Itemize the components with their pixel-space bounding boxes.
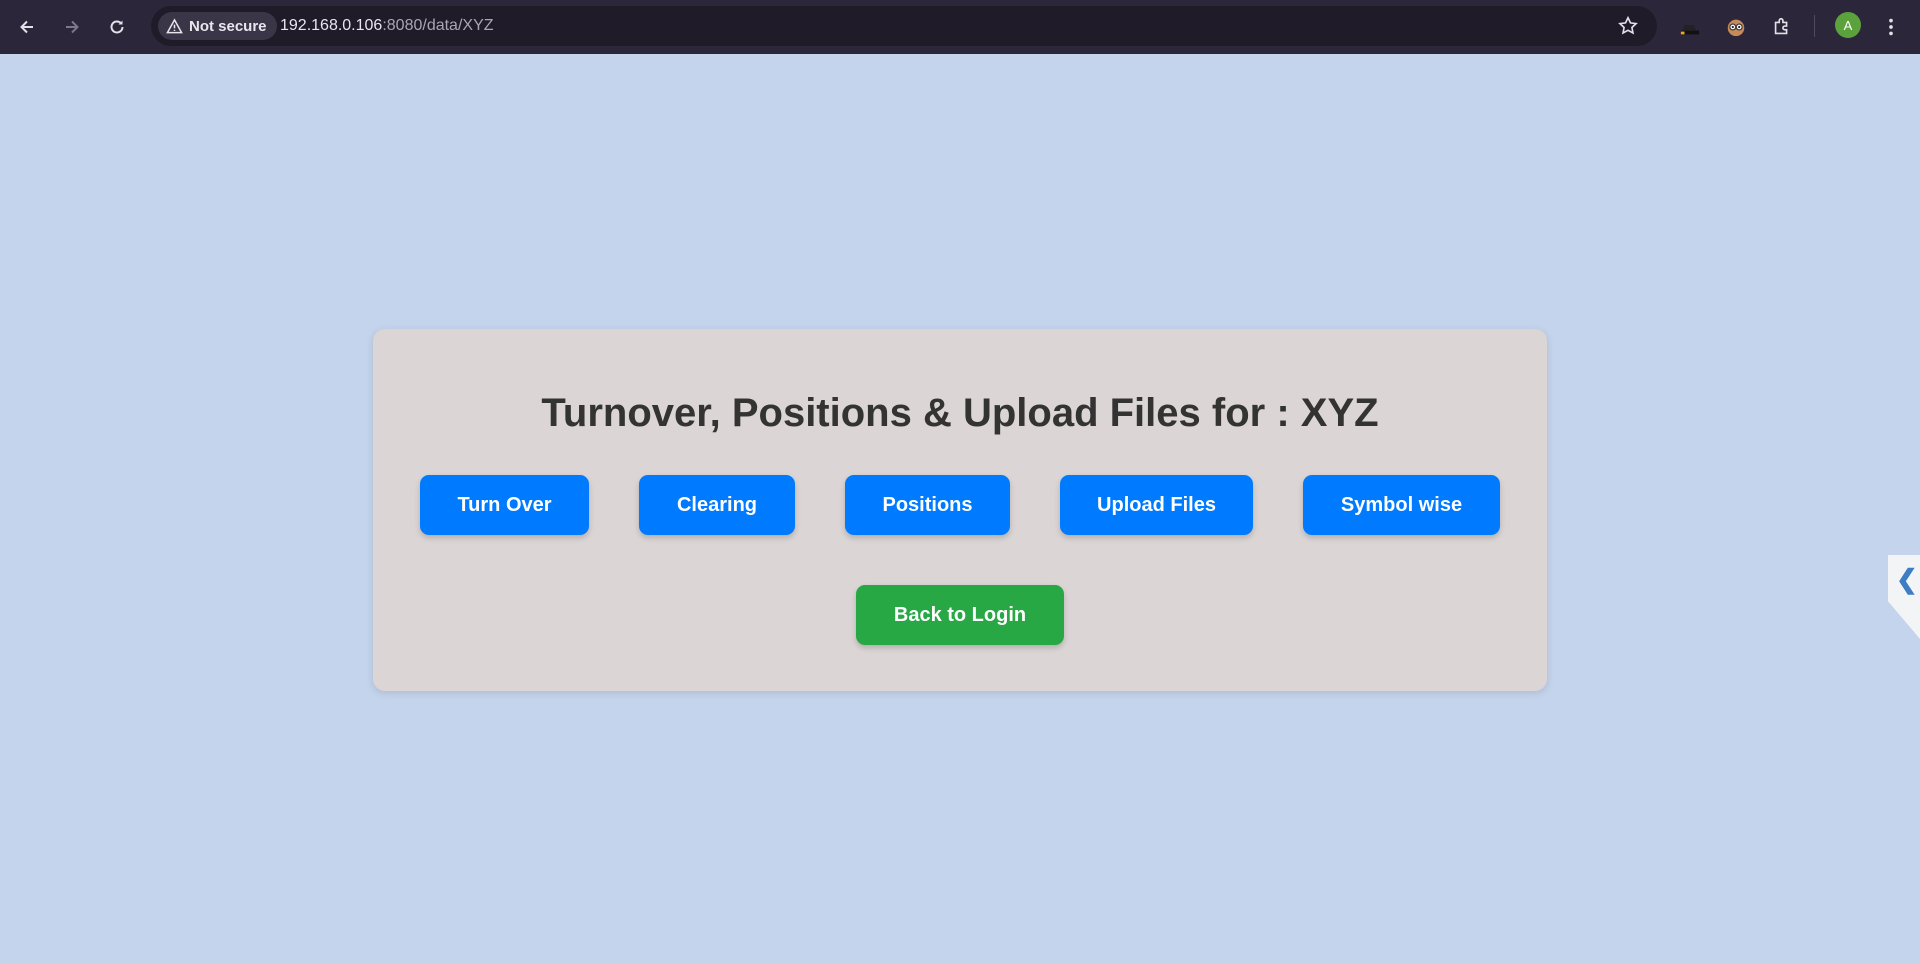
side-panel-tab[interactable]: ❮ — [1888, 555, 1920, 639]
upload-files-button[interactable]: Upload Files — [1060, 475, 1253, 535]
clearing-button[interactable]: Clearing — [639, 475, 795, 535]
symbol-wise-button[interactable]: Symbol wise — [1303, 475, 1500, 535]
back-button[interactable] — [11, 11, 43, 43]
address-bar[interactable]: Not secure 192.168.0.106:8080/data/XYZ — [151, 6, 1657, 46]
toolbar-divider — [1814, 15, 1815, 37]
arrow-right-icon — [66, 20, 79, 34]
extension-slot-1[interactable] — [1676, 13, 1704, 41]
positions-button[interactable]: Positions — [845, 475, 1010, 535]
extension-slot-2[interactable] — [1722, 13, 1750, 41]
chevron-left-icon: ❮ — [1896, 564, 1918, 594]
url-text[interactable]: 192.168.0.106:8080/data/XYZ — [280, 17, 494, 35]
security-label: Not secure — [189, 17, 267, 35]
mascot-icon — [1727, 19, 1745, 37]
browser-menu-button[interactable] — [1877, 13, 1905, 41]
security-indicator[interactable]: Not secure — [158, 12, 277, 40]
url-host: 192.168.0.106 — [280, 17, 383, 34]
extension-icon — [1680, 25, 1700, 35]
back-to-login-button[interactable]: Back to Login — [856, 585, 1064, 645]
url-path: :8080/data/XYZ — [382, 17, 494, 34]
forward-button[interactable] — [56, 11, 88, 43]
puzzle-icon — [1774, 17, 1788, 35]
main-card: Turnover, Positions & Upload Files for :… — [373, 329, 1547, 691]
warning-icon — [166, 17, 183, 33]
profile-avatar[interactable]: A — [1835, 12, 1861, 38]
reload-button[interactable] — [101, 11, 133, 43]
browser-toolbar: Not secure 192.168.0.106:8080/data/XYZ A — [0, 0, 1920, 54]
extensions-menu[interactable] — [1768, 13, 1796, 41]
page-title: Turnover, Positions & Upload Files for :… — [541, 391, 1379, 435]
reload-icon — [110, 20, 124, 34]
arrow-left-icon — [20, 20, 33, 34]
more-vert-icon — [1889, 18, 1893, 36]
bookmark-star-icon[interactable] — [1617, 15, 1639, 37]
turn-over-button[interactable]: Turn Over — [420, 475, 589, 535]
